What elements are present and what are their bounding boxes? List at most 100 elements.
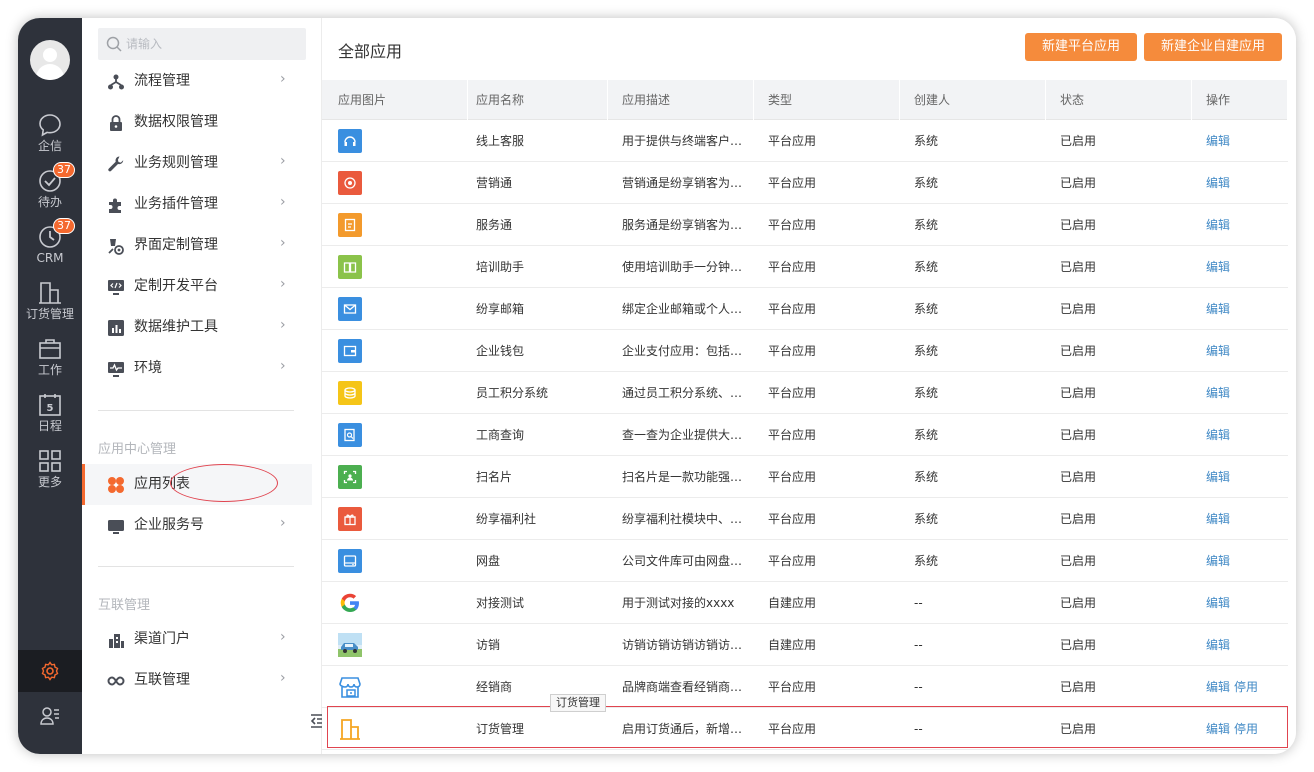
app-type: 平台应用	[768, 386, 817, 400]
chevron-right-icon: ›	[280, 153, 286, 169]
app-type: 平台应用	[768, 680, 817, 694]
rail-item-order[interactable]: 订货管理	[18, 280, 82, 330]
app-desc: 纷享福利社模块中、…	[622, 512, 743, 526]
group-title-interconnect: 互联管理	[98, 598, 151, 613]
edit-link[interactable]: 编辑	[1206, 512, 1230, 526]
rail-item-todo[interactable]: 待办 37	[18, 162, 82, 218]
new-enterprise-app-button[interactable]: 新建企业自建应用	[1144, 33, 1282, 61]
app-status: 已启用	[1060, 260, 1097, 274]
table-row: 员工积分系统 通过员工积分系统、… 平台应用 系统 已启用 编辑	[322, 372, 1288, 414]
app-desc: 访销访销访销访销访…	[622, 638, 743, 652]
column-header: 创建人	[900, 80, 1046, 120]
sidebar-item-data-permission[interactable]: 数据权限管理	[82, 102, 312, 143]
edit-link[interactable]: 编辑	[1206, 134, 1230, 148]
link-icon	[107, 676, 125, 686]
search-icon	[106, 36, 122, 52]
app-name: 企业钱包	[476, 344, 525, 358]
column-header: 应用描述	[608, 80, 754, 120]
briefcase-icon	[39, 339, 61, 359]
sidebar-item-business-rules[interactable]: 业务规则管理 ›	[82, 143, 312, 184]
edit-link[interactable]: 编辑	[1206, 218, 1230, 232]
app-creator: 系统	[914, 344, 939, 358]
app-status: 已启用	[1060, 134, 1097, 148]
app-desc: 查一查为企业提供大…	[622, 428, 743, 442]
building-icon	[39, 282, 61, 304]
edit-link[interactable]: 编辑	[1206, 638, 1230, 652]
target-icon	[338, 171, 362, 195]
app-type: 平台应用	[768, 512, 817, 526]
lock-icon	[110, 115, 122, 131]
sidebar-item-environment[interactable]: 环境 ›	[82, 348, 312, 389]
app-type: 平台应用	[768, 176, 817, 190]
edit-link[interactable]: 编辑	[1206, 260, 1230, 274]
app-creator: 系统	[914, 470, 939, 484]
chevron-right-icon: ›	[280, 670, 286, 686]
disable-link[interactable]: 停用	[1234, 680, 1258, 694]
book-icon	[338, 255, 362, 279]
edit-link[interactable]: 编辑	[1206, 554, 1230, 568]
table-row: 企业钱包 企业支付应用：包括… 平台应用 系统 已启用 编辑	[322, 330, 1288, 372]
new-platform-app-button[interactable]: 新建平台应用	[1025, 33, 1137, 61]
edit-link[interactable]: 编辑	[1206, 428, 1230, 442]
settings-button[interactable]	[18, 650, 82, 692]
rail-item-crm[interactable]: CRM 37	[18, 218, 82, 274]
sidebar-item-plugins[interactable]: 业务插件管理 ›	[82, 184, 312, 225]
search-input[interactable]	[126, 34, 296, 54]
sidebar-item-ui-custom[interactable]: 界面定制管理 ›	[82, 225, 312, 266]
rail-label: 订货管理	[25, 307, 74, 321]
sidebar-item-interconnect[interactable]: 互联管理 ›	[82, 660, 312, 701]
portal-icon	[109, 634, 124, 648]
app-creator: 系统	[914, 428, 939, 442]
table-header: 应用图片 应用名称 应用描述 类型 创建人 状态 操作	[322, 80, 1288, 120]
sidebar-item-dev-platform[interactable]: 定制开发平台 ›	[82, 266, 312, 307]
rail-item-chat[interactable]: 企信	[18, 112, 82, 162]
sidebar-item-data-tools[interactable]: 数据维护工具 ›	[82, 307, 312, 348]
app-name: 营销通	[476, 176, 513, 190]
flow-icon	[108, 74, 124, 90]
service-monitor-icon	[108, 520, 124, 534]
avatar[interactable]	[30, 40, 70, 80]
chevron-right-icon: ›	[280, 358, 286, 374]
edit-link[interactable]: 编辑	[1206, 302, 1230, 316]
nav-rail: 企信 待办 37 CRM 37 订货管理 工作 5 日程 更多	[18, 18, 82, 754]
edit-link[interactable]: 编辑	[1206, 386, 1230, 400]
chevron-right-icon: ›	[280, 515, 286, 531]
app-name: 纷享邮箱	[476, 302, 525, 316]
edit-link[interactable]: 编辑	[1206, 470, 1230, 484]
table-row: 工商查询 查一查为企业提供大… 平台应用 系统 已启用 编辑	[322, 414, 1288, 456]
gift-icon	[338, 507, 362, 531]
app-name: 纷享福利社	[476, 512, 537, 526]
calendar-icon: 5	[39, 394, 61, 416]
app-ops: 编辑	[1206, 456, 1286, 498]
crm-badge: 37	[53, 218, 75, 234]
google-g-icon	[338, 591, 362, 615]
divider	[98, 566, 294, 567]
sidebar-item-service-account[interactable]: 企业服务号 ›	[82, 505, 312, 546]
gear-icon	[41, 661, 59, 681]
edit-link[interactable]: 编辑	[1206, 344, 1230, 358]
rail-item-calendar[interactable]: 5 日程	[18, 392, 82, 442]
app-ops: 编辑	[1206, 414, 1286, 456]
table-row: 扫名片 扫名片是一款功能强… 平台应用 系统 已启用 编辑	[322, 456, 1288, 498]
sidebar-item-label: 业务规则管理	[134, 155, 218, 171]
edit-link[interactable]: 编辑	[1206, 176, 1230, 190]
sidebar-item-channel-portal[interactable]: 渠道门户 ›	[82, 619, 312, 660]
app-name: 服务通	[476, 218, 513, 232]
edit-link[interactable]: 编辑	[1206, 596, 1230, 610]
main-content: 全部应用 新建平台应用 新建企业自建应用 应用图片 应用名称 应用描述 类型 创…	[322, 18, 1296, 754]
rail-label: 日程	[37, 419, 62, 433]
app-desc: 通过员工积分系统、…	[622, 386, 743, 400]
user-manage-button[interactable]	[40, 706, 60, 730]
group-title-app-center: 应用中心管理	[98, 442, 177, 457]
chevron-right-icon: ›	[280, 317, 286, 333]
sidebar-item-flow[interactable]: 流程管理 ›	[82, 61, 312, 102]
table-row: 线上客服 用于提供与终端客户… 平台应用 系统 已启用 编辑	[322, 120, 1288, 162]
todo-badge: 37	[53, 162, 75, 178]
rail-item-work[interactable]: 工作	[18, 336, 82, 386]
edit-link[interactable]: 编辑	[1206, 680, 1230, 694]
column-header: 操作	[1192, 80, 1288, 120]
sidebar-item-label: 界面定制管理	[134, 237, 218, 253]
coins-icon	[338, 381, 362, 405]
app-name: 对接测试	[476, 596, 525, 610]
rail-item-more[interactable]: 更多	[18, 448, 82, 498]
